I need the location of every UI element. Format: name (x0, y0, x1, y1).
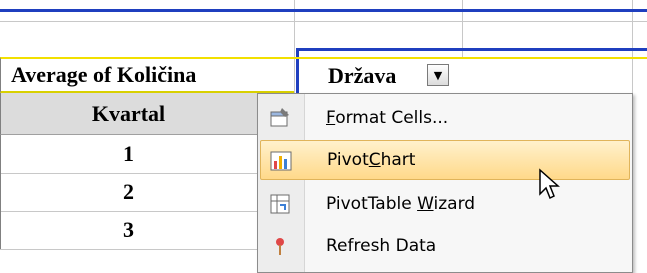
data-field-header[interactable]: Average of Količina (0, 57, 294, 93)
refresh-data-icon (276, 238, 284, 255)
row-field-label: Kvartal (91, 100, 166, 126)
selection-border-top (0, 9, 647, 12)
gridline (0, 21, 647, 22)
gridline (0, 249, 292, 250)
chevron-down-icon: ▼ (433, 68, 443, 82)
format-cells-icon (270, 108, 289, 127)
table-row[interactable]: 3 (0, 211, 292, 249)
context-menu: Format Cells... PivotChart PivotTable Wi… (257, 93, 633, 273)
row-value: 3 (123, 217, 134, 242)
column-field-header[interactable]: Država (294, 57, 647, 93)
menu-item-refresh-data[interactable]: Refresh Data (260, 226, 630, 266)
pivotchart-icon (270, 151, 292, 171)
row-value: 2 (123, 179, 134, 204)
table-row[interactable]: 2 (0, 173, 292, 211)
row-field-header[interactable]: Kvartal (0, 93, 292, 135)
column-field-dropdown-button[interactable]: ▼ (427, 64, 449, 86)
row-value: 1 (123, 141, 134, 166)
data-field-label: Average of Količina (11, 62, 197, 87)
menu-item-pivottable-wizard[interactable]: PivotTable Wizard (260, 184, 630, 224)
pivottable-wizard-icon (270, 194, 290, 214)
menu-item-format-cells[interactable]: Format Cells... (260, 98, 630, 138)
table-row[interactable]: 1 (0, 135, 292, 173)
selection-border-drzava (298, 48, 647, 51)
column-field-label: Država (328, 63, 397, 88)
menu-item-pivotchart[interactable]: PivotChart (260, 140, 630, 180)
mouse-pointer-icon (539, 168, 560, 200)
